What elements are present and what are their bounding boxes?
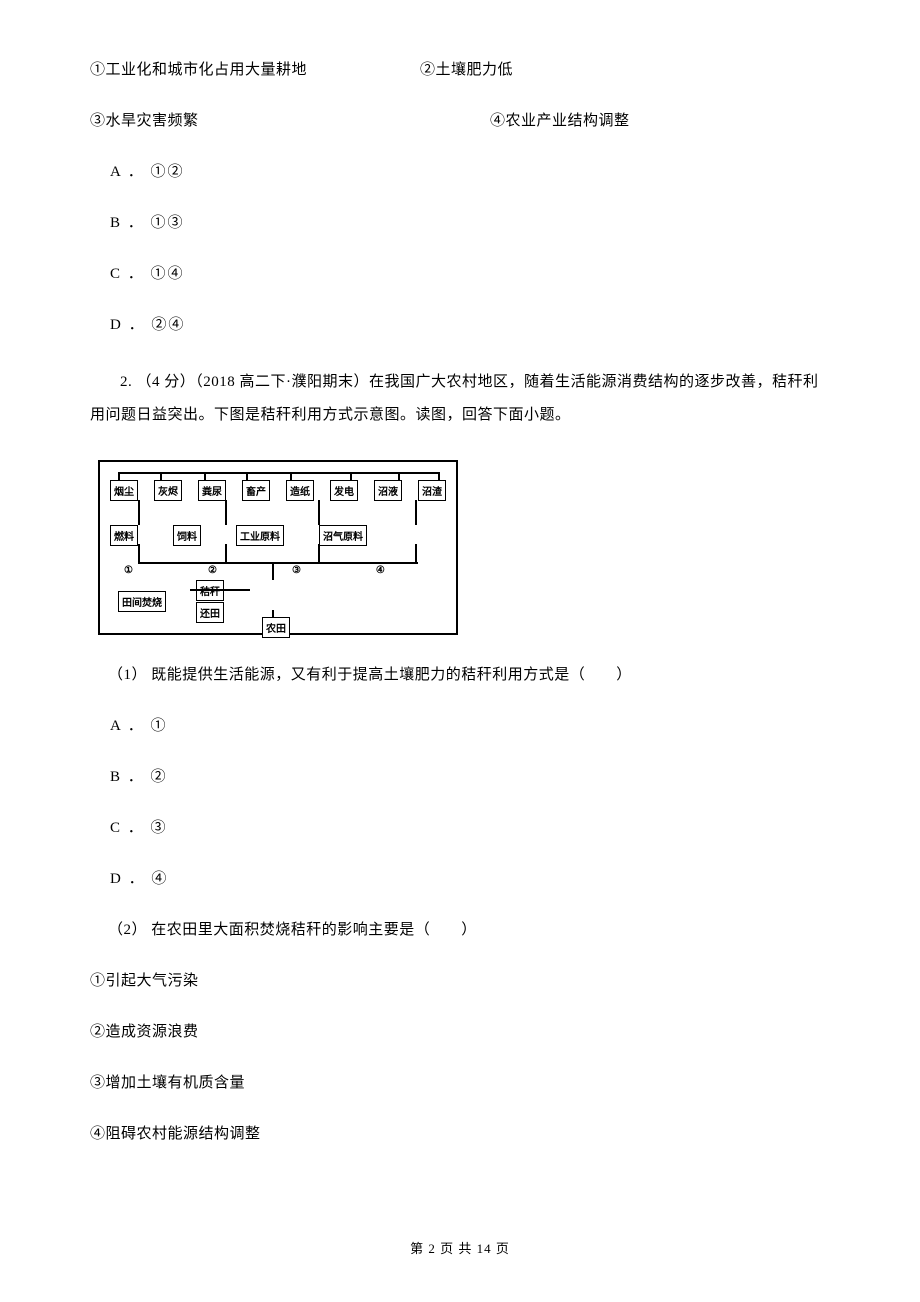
diagram-box-manure: 粪尿 <box>198 480 226 501</box>
diagram-label-4: ④ <box>376 565 385 576</box>
q1-option-a: A ． ①② <box>90 162 830 183</box>
diagram-box-power: 发电 <box>330 480 358 501</box>
q1-option-b: B ． ①③ <box>90 213 830 234</box>
diagram-box-biogas: 沼气原料 <box>319 525 367 546</box>
q1-stmt1: ①工业化和城市化占用大量耕地 <box>90 60 420 81</box>
diagram-box-burn: 田间焚烧 <box>118 591 166 612</box>
diagram-box-industrial: 工业原料 <box>236 525 284 546</box>
q2-1-option-c: C ． ③ <box>90 818 830 839</box>
diagram-label-2: ② <box>208 565 217 576</box>
straw-usage-diagram: 烟尘 灰烬 粪尿 畜产 造纸 发电 沼液 沼渣 燃料 饲料 工业原料 沼气原料 … <box>98 460 458 635</box>
diagram-box-livestock: 畜产 <box>242 480 270 501</box>
diagram-box-liquid: 沼液 <box>374 480 402 501</box>
diagram-box-paper: 造纸 <box>286 480 314 501</box>
q2-stem: 2. （4 分）（2018 高二下·濮阳期末）在我国广大农村地区，随着生活能源消… <box>90 366 830 432</box>
q1-option-c: C ． ①④ <box>90 264 830 285</box>
diagram-box-field: 农田 <box>262 617 290 638</box>
diagram-box-return: 还田 <box>196 602 224 623</box>
q2-sub2: （2） 在农田里大面积焚烧秸秆的影响主要是（ ） <box>90 920 830 941</box>
q1-statements-row1: ①工业化和城市化占用大量耕地 ②土壤肥力低 <box>90 60 830 81</box>
diagram-box-straw: 秸秆 <box>196 580 224 601</box>
diagram-label-3: ③ <box>292 565 301 576</box>
page-footer: 第 2 页 共 14 页 <box>0 1238 920 1257</box>
diagram-box-residue: 沼渣 <box>418 480 446 501</box>
q1-stmt4: ④农业产业结构调整 <box>490 111 630 132</box>
q2-sub1: （1） 既能提供生活能源，又有利于提高土壤肥力的秸秆利用方式是（ ） <box>90 665 830 686</box>
q2-2-s3: ③增加土壤有机质含量 <box>90 1073 830 1094</box>
diagram-box-smoke: 烟尘 <box>110 480 138 501</box>
q1-option-d: D ． ②④ <box>90 315 830 336</box>
q2-1-option-b: B ． ② <box>90 767 830 788</box>
q2-2-s2: ②造成资源浪费 <box>90 1022 830 1043</box>
diagram-box-fuel: 燃料 <box>110 525 138 546</box>
q2-1-option-a: A ． ① <box>90 716 830 737</box>
diagram-label-1: ① <box>124 565 133 576</box>
diagram-box-feed: 饲料 <box>173 525 201 546</box>
diagram-box-ash: 灰烬 <box>154 480 182 501</box>
q1-statements-row2: ③水旱灾害频繁 ④农业产业结构调整 <box>90 111 830 132</box>
q2-2-s1: ①引起大气污染 <box>90 971 830 992</box>
q1-stmt3: ③水旱灾害频繁 <box>90 111 490 132</box>
q2-2-s4: ④阻碍农村能源结构调整 <box>90 1124 830 1145</box>
page-content: ①工业化和城市化占用大量耕地 ②土壤肥力低 ③水旱灾害频繁 ④农业产业结构调整 … <box>0 0 920 1145</box>
q2-1-option-d: D ． ④ <box>90 869 830 890</box>
q1-stmt2: ②土壤肥力低 <box>420 60 830 81</box>
